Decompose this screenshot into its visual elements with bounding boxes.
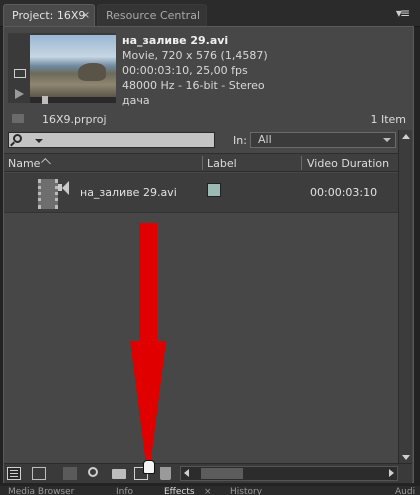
column-header-duration[interactable]: Video Duration [307,157,389,170]
new-bin-icon[interactable] [112,469,126,479]
column-divider[interactable] [301,156,302,170]
bottom-panel-tabs: Media Browser Info Effects × History Aud… [0,486,420,495]
column-header-row: Name Label Video Duration [4,153,398,172]
tab-info[interactable]: Info [116,487,133,495]
search-icon[interactable] [13,134,22,143]
item-count: 1 Item [370,113,406,126]
project-info-row: 16X9.prproj 1 Item [10,111,410,127]
table-row[interactable]: на_заливе 29.avi 00:00:03:10 [4,173,398,213]
in-filter-value: All [258,133,272,146]
tab-audio[interactable]: Audi [395,487,415,495]
scroll-down-icon[interactable] [402,455,410,460]
tab-project-label: Project: 16X9 [12,9,86,22]
scroll-thumb[interactable] [201,468,243,479]
horizontal-scrollbar[interactable] [180,466,398,481]
chevron-down-icon [383,138,391,142]
column-divider[interactable] [202,156,203,170]
list-view-icon[interactable] [7,467,21,480]
clip-info: на_заливе 29.avi Movie, 720 x 576 (1,458… [122,33,268,108]
folder-icon [12,114,24,123]
red-arrow-annotation [130,223,166,481]
clip-name: на_заливе 29.avi [80,186,177,199]
automate-to-sequence-icon [63,467,77,480]
thumbnail-rock-shape [78,63,106,81]
vertical-scrollbar[interactable] [398,130,412,466]
close-icon[interactable]: × [204,487,212,495]
column-header-name[interactable]: Name [8,157,40,170]
trash-icon[interactable] [160,467,171,480]
tab-resource-central[interactable]: Resource Central [97,4,207,26]
clip-info-title: на_заливе 29.avi [122,34,229,47]
audio-icon [58,181,70,195]
project-panel: на_заливе 29.avi Movie, 720 x 576 (1,458… [3,26,414,483]
scroll-left-icon[interactable] [184,469,189,477]
in-filter-select[interactable]: All [250,132,396,148]
clip-info-description: дача [122,94,150,107]
panel-tab-bar: Project: 16X9 × Resource Central ▾≡ [0,0,420,27]
play-icon[interactable] [15,89,24,99]
tab-effects[interactable]: Effects [164,487,195,495]
tab-project[interactable]: Project: 16X9 × [3,4,95,26]
preview-scrub-bar[interactable] [30,96,116,104]
scroll-up-icon[interactable] [402,134,410,139]
poster-frame-icon[interactable] [14,69,26,78]
column-header-label[interactable]: Label [207,157,237,170]
scrub-handle[interactable] [42,96,48,104]
panel-bottom-toolbar [4,463,412,483]
search-input[interactable] [8,132,215,148]
tab-resource-central-label: Resource Central [106,9,200,22]
arrow-shaft [139,223,157,341]
sort-ascending-icon[interactable] [41,158,51,168]
project-name: 16X9.prproj [42,113,107,126]
scroll-right-icon[interactable] [389,469,394,477]
tab-history[interactable]: History [230,487,262,495]
in-label: In: [233,134,247,147]
find-icon[interactable] [88,467,98,477]
clip-info-audio: 48000 Hz - 16-bit - Stereo [122,79,265,92]
clip-info-duration: 00:00:03:10, 25,00 fps [122,64,248,77]
clip-preview-area [8,33,116,104]
panel-menu-icon[interactable]: ▾≡ [396,6,410,20]
clip-info-format: Movie, 720 x 576 (1,4587) [122,49,268,62]
chevron-down-icon[interactable] [35,139,43,143]
tab-media-browser[interactable]: Media Browser [8,487,74,495]
video-clip-icon [38,179,58,209]
hand-cursor-icon [143,460,155,474]
clip-duration: 00:00:03:10 [310,186,378,199]
label-color-swatch[interactable] [207,183,221,197]
icon-view-icon[interactable] [32,467,46,480]
clip-thumbnail [30,35,116,97]
close-icon[interactable]: × [82,5,90,26]
